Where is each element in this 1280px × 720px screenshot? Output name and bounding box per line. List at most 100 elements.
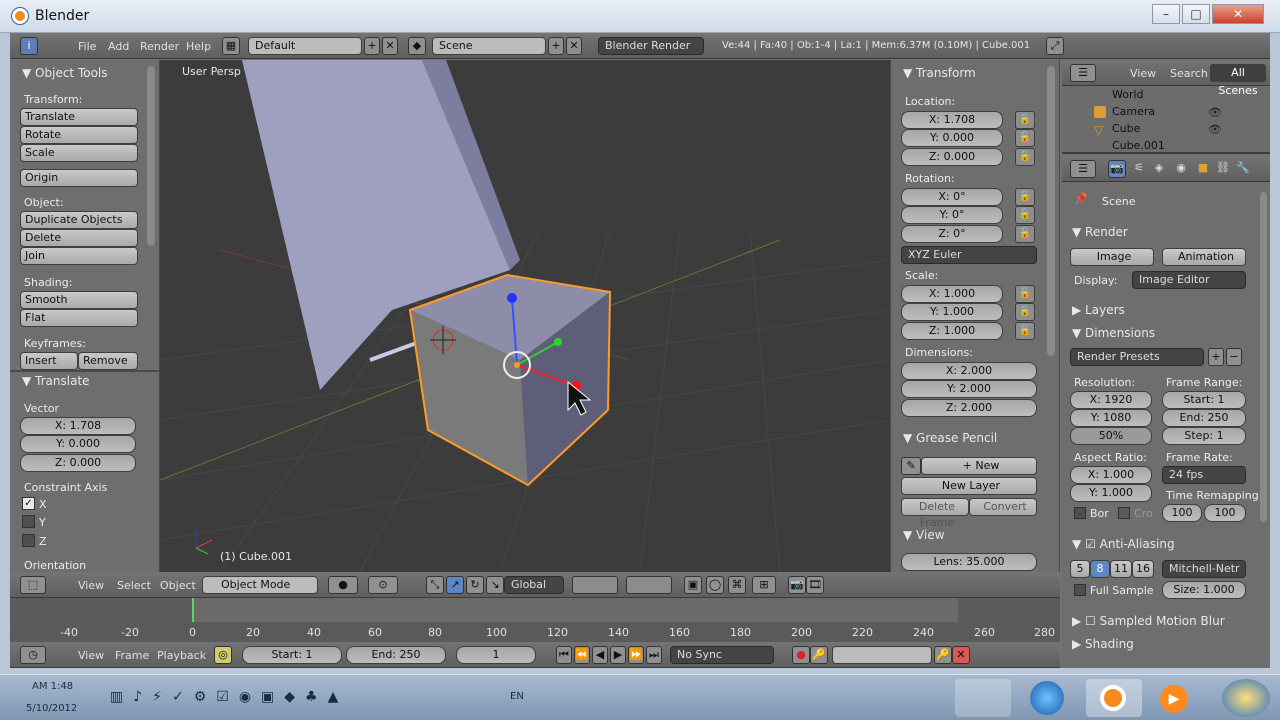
origin-button[interactable]: Origin [20, 169, 138, 187]
lock-scale-z-icon[interactable]: 🔓 [1015, 322, 1035, 340]
dimensions-x-field[interactable]: X: 2.000 [901, 362, 1037, 380]
object-tools-header[interactable]: ▼ Object Tools [22, 66, 108, 80]
outliner-cube001-item[interactable]: Cube.001 [1112, 139, 1165, 151]
timeline-ruler[interactable] [10, 622, 1060, 638]
menu-help[interactable]: Help [186, 40, 211, 53]
translate-button[interactable]: Translate [20, 108, 138, 126]
close-button[interactable]: ✕ [1212, 4, 1264, 24]
aa-size-field[interactable]: Size: 1.000 [1162, 581, 1246, 599]
render-engine-select[interactable]: Blender Render [598, 37, 704, 55]
pencil-icon[interactable]: ✎ [901, 457, 921, 475]
visibility-eye-icon[interactable]: 👁 [1208, 123, 1222, 136]
scene-icon[interactable]: ◆ [408, 37, 426, 55]
location-x-field[interactable]: X: 1.708 [901, 111, 1003, 129]
player-taskbar-icon[interactable]: ▶ [1160, 685, 1188, 713]
screen-layout-field[interactable]: Default [248, 37, 362, 55]
play-reverse-icon[interactable]: ◀ [592, 646, 608, 664]
layers-panel-header[interactable]: ▶ Layers [1072, 303, 1125, 317]
frame-end-field[interactable]: End: 250 [1162, 409, 1246, 427]
properties-scrollbar[interactable] [1260, 192, 1267, 522]
fullscreen-icon[interactable]: ⤢ [1046, 37, 1064, 55]
view-header[interactable]: ▼ View [903, 528, 945, 542]
scale-x-field[interactable]: X: 1.000 [901, 285, 1003, 303]
outliner-search-menu[interactable]: Search [1170, 67, 1208, 80]
proportional-edit-icon[interactable]: ◯ [706, 576, 724, 594]
3d-viewport[interactable]: User Persp (1) Cube.001 [160, 60, 890, 572]
lock-rotation-y-icon[interactable]: 🔓 [1015, 206, 1035, 224]
dimensions-z-field[interactable]: Z: 2.000 [901, 399, 1037, 417]
outliner-cube-item[interactable]: Cube [1112, 122, 1140, 135]
constraint-z-checkbox[interactable] [22, 534, 35, 547]
transform-header[interactable]: ▼ Transform [903, 66, 976, 80]
aa-16-button[interactable]: 16 [1132, 560, 1154, 578]
constraint-x-checkbox[interactable]: ✓ [22, 497, 35, 510]
tool-shelf-scrollbar[interactable] [147, 66, 155, 246]
scene-field[interactable]: Scene [432, 37, 546, 55]
scale-button[interactable]: Scale [20, 144, 138, 162]
language-indicator[interactable]: EN [510, 691, 524, 702]
jump-start-icon[interactable]: ⏮ [556, 646, 572, 664]
menu-add[interactable]: Add [108, 40, 129, 53]
scene-tab-icon[interactable]: ◈ [1150, 160, 1168, 178]
maximize-button[interactable]: □ [1182, 4, 1210, 24]
ie-taskbar-icon[interactable] [1030, 681, 1064, 715]
menu-file[interactable]: File [78, 40, 96, 53]
location-z-field[interactable]: Z: 0.000 [901, 148, 1003, 166]
scale-z-field[interactable]: Z: 1.000 [901, 322, 1003, 340]
frame-start-field[interactable]: Start: 1 [1162, 391, 1246, 409]
sync-mode-select[interactable]: No Sync [670, 646, 774, 664]
menu-render[interactable]: Render [140, 40, 179, 53]
view3d-select-menu[interactable]: Select [117, 579, 151, 592]
rotate-button[interactable]: Rotate [20, 126, 138, 144]
timeline-view-menu[interactable]: View [78, 649, 104, 662]
lock-scale-x-icon[interactable]: 🔓 [1015, 285, 1035, 303]
grease-pencil-header[interactable]: ▼ Grease Pencil [903, 431, 997, 445]
render-anim-icon[interactable]: 🎞 [806, 576, 824, 594]
rotation-mode-select[interactable]: XYZ Euler [901, 246, 1037, 264]
lock-layers-icon[interactable]: ▣ [684, 576, 702, 594]
remove-preset-icon[interactable]: − [1226, 348, 1242, 366]
timeline-playback-menu[interactable]: Playback [157, 649, 206, 662]
viewport-shading-icon[interactable]: ● [328, 576, 358, 594]
next-keyframe-icon[interactable]: ⏩ [628, 646, 644, 664]
world-tab-icon[interactable]: ◉ [1172, 160, 1190, 178]
convert-button[interactable]: Convert [969, 498, 1037, 516]
aa-filter-select[interactable]: Mitchell-Netr [1162, 560, 1246, 578]
smooth-button[interactable]: Smooth [20, 291, 138, 309]
remove-scene-icon[interactable]: ✕ [566, 37, 582, 55]
constraint-y-checkbox[interactable] [22, 515, 35, 528]
resolution-x-field[interactable]: X: 1920 [1070, 391, 1152, 409]
operator-y-field[interactable]: Y: 0.000 [20, 435, 136, 453]
start-button[interactable] [1222, 679, 1270, 717]
display-select[interactable]: Image Editor [1132, 271, 1246, 289]
remap-new-field[interactable]: 100 [1204, 504, 1246, 522]
aspect-y-field[interactable]: Y: 1.000 [1070, 484, 1152, 502]
layers-grid-b[interactable] [626, 576, 672, 594]
outliner-camera-item[interactable]: Camera [1112, 105, 1155, 118]
outliner-editor-icon[interactable]: ☰ [1070, 64, 1096, 82]
translate-manipulator-icon[interactable]: ↗ [446, 576, 464, 594]
scale-manipulator-icon[interactable]: ↘ [486, 576, 504, 594]
jump-end-icon[interactable]: ⏭ [646, 646, 662, 664]
add-preset-icon[interactable]: + [1208, 348, 1224, 366]
aa-5-button[interactable]: 5 [1070, 560, 1090, 578]
render-presets-select[interactable]: Render Presets [1070, 348, 1204, 366]
motion-blur-header[interactable]: ▶ ☐ Sampled Motion Blur [1072, 614, 1225, 628]
anti-aliasing-header[interactable]: ▼ ☑ Anti-Aliasing [1072, 537, 1175, 551]
object-mode-select[interactable]: Object Mode [202, 576, 318, 594]
z-axis-handle[interactable] [507, 293, 517, 303]
aspect-x-field[interactable]: X: 1.000 [1070, 466, 1152, 484]
border-checkbox[interactable] [1074, 507, 1086, 519]
layers-grid-a[interactable] [572, 576, 618, 594]
visibility-eye-icon[interactable]: 👁 [1208, 106, 1222, 119]
keying-set-field[interactable] [832, 646, 932, 664]
minimize-button[interactable]: – [1152, 4, 1180, 24]
add-layout-icon[interactable]: + [364, 37, 380, 55]
new-grease-button[interactable]: + New [921, 457, 1037, 475]
frame-step-field[interactable]: Step: 1 [1162, 427, 1246, 445]
record-icon[interactable]: ● [792, 646, 810, 664]
view3d-object-menu[interactable]: Object [160, 579, 196, 592]
dimensions-y-field[interactable]: Y: 2.000 [901, 380, 1037, 398]
keying-set-icon[interactable]: 🔑 [810, 646, 828, 664]
scene-canvas[interactable] [160, 60, 890, 572]
